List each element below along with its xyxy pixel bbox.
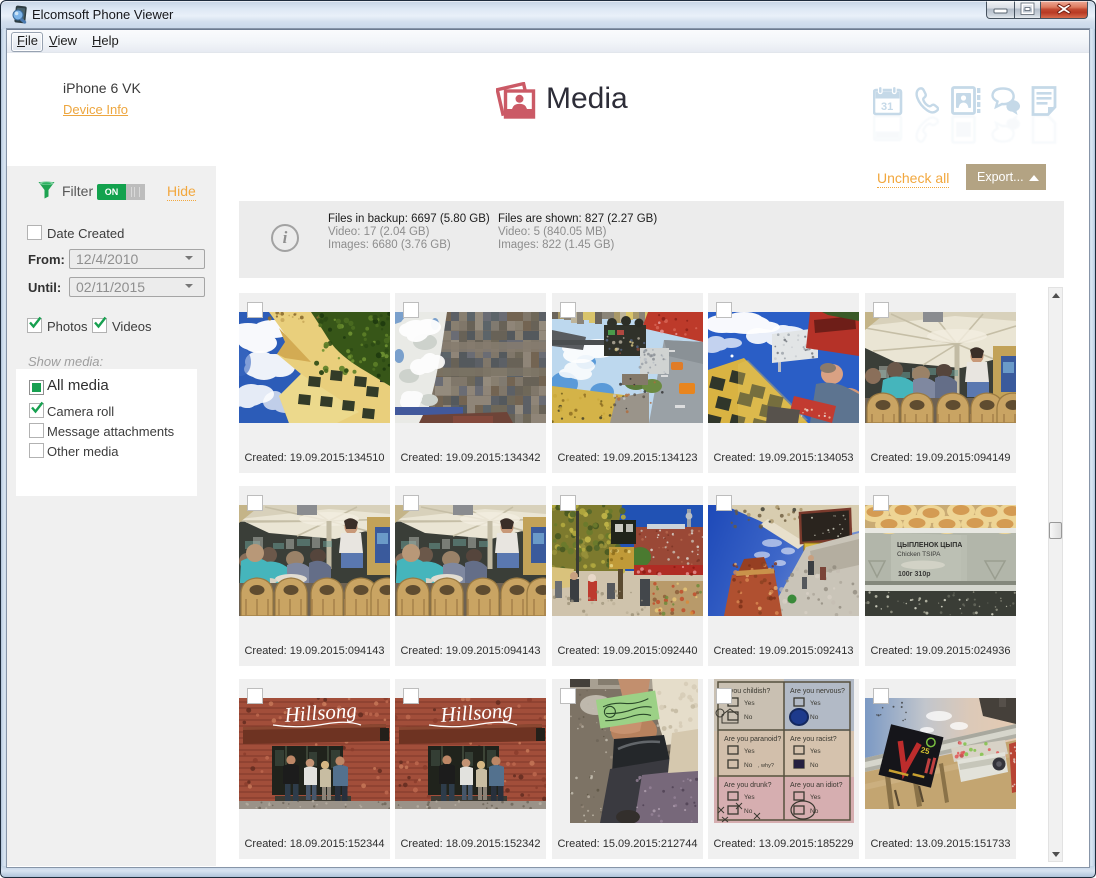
svg-text:Are you nervous?: Are you nervous?	[790, 688, 845, 695]
svg-text:Chicken TSIPA: Chicken TSIPA	[897, 551, 941, 558]
svg-text:Are you paranoid?: Are you paranoid?	[724, 736, 781, 743]
svg-text:Yes: Yes	[810, 794, 821, 801]
svg-text:100г 310р: 100г 310р	[898, 571, 931, 578]
svg-text:, why?: , why?	[758, 763, 774, 769]
svg-text:Yes: Yes	[744, 748, 755, 755]
svg-text:ЦЫПЛЕНОК ЦЫПА: ЦЫПЛЕНОК ЦЫПА	[897, 542, 962, 549]
svg-text:Are you racist?: Are you racist?	[790, 736, 837, 743]
svg-text:No: No	[810, 714, 819, 721]
svg-text:Yes: Yes	[744, 700, 755, 707]
svg-text:No: No	[744, 714, 753, 721]
svg-text:Yes: Yes	[810, 700, 821, 707]
svg-text:No: No	[744, 808, 753, 815]
svg-text:Are you an idiot?: Are you an idiot?	[790, 782, 843, 789]
svg-text:Yes: Yes	[744, 794, 755, 801]
svg-text:Are you drunk?: Are you drunk?	[724, 782, 772, 789]
svg-text:No: No	[810, 762, 819, 769]
svg-text:31: 31	[881, 101, 893, 113]
svg-text:Yes: Yes	[810, 748, 821, 755]
svg-text:No: No	[744, 762, 753, 769]
